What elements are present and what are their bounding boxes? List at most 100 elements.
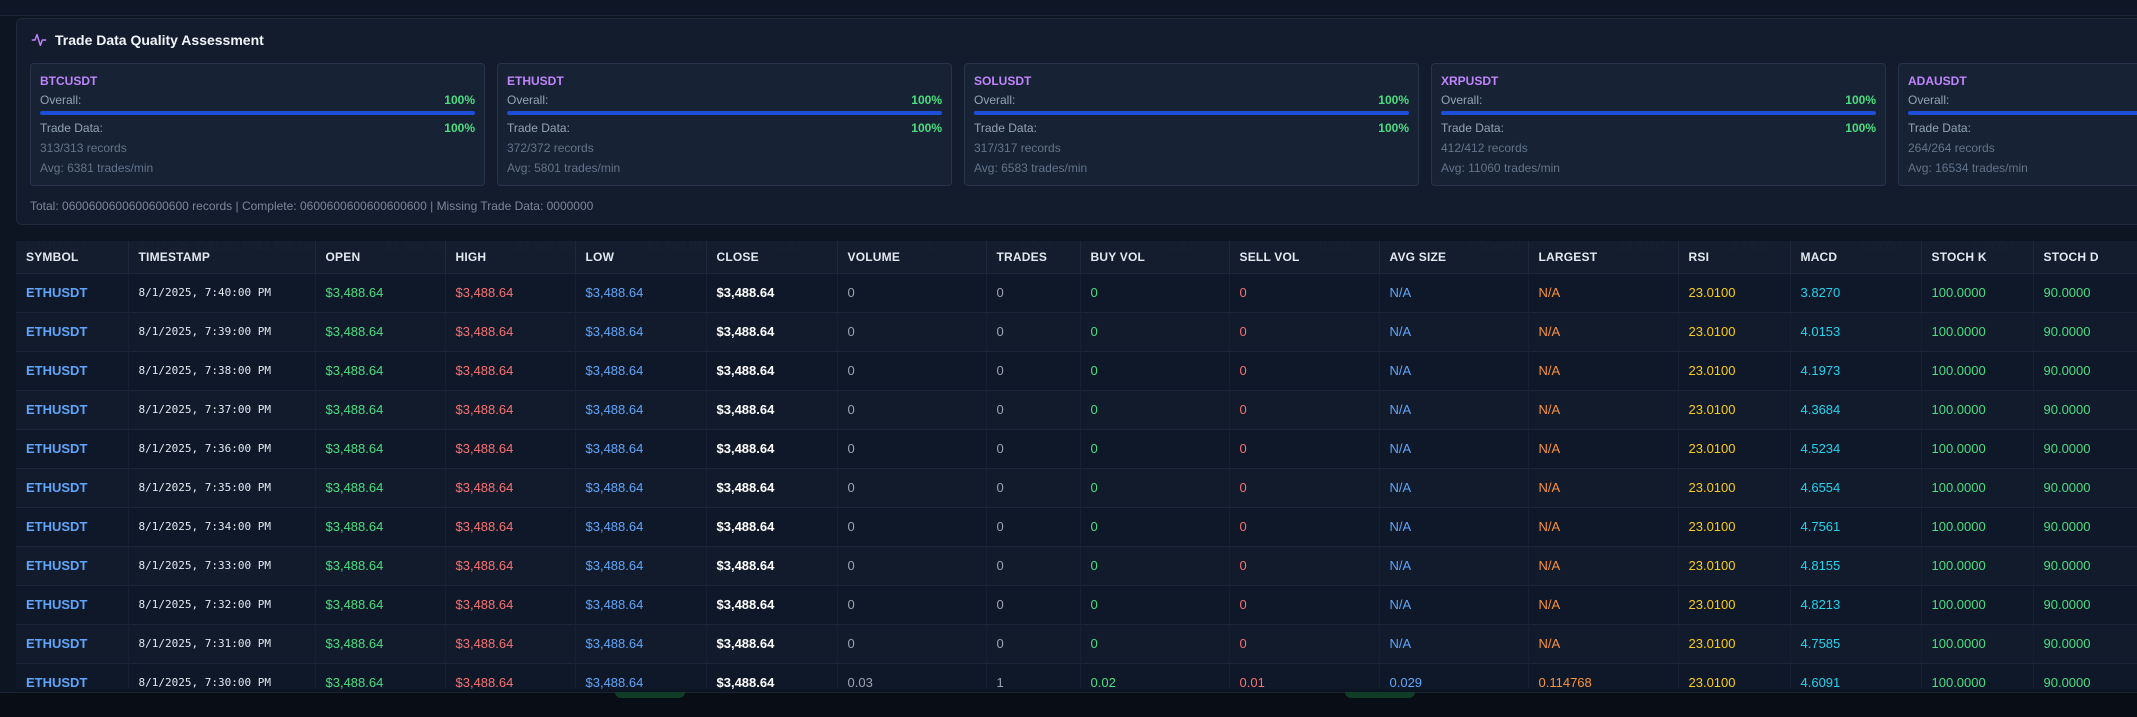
- cell-high: $3,488.64: [445, 351, 576, 390]
- table-row[interactable]: ETHUSDT 8/1/2025, 7:34:00 PM $3,488.64 $3,4…: [16, 507, 2137, 546]
- cell-macd: 4.8155: [1790, 546, 1922, 585]
- overall-label: Overall:: [1441, 93, 1483, 107]
- trade-percent: 100%: [911, 121, 942, 135]
- column-header-largest[interactable]: LARGEST: [1528, 241, 1679, 273]
- cell-macd: 4.7561: [1790, 507, 1922, 546]
- table-row[interactable]: ETHUSDT 8/1/2025, 7:40:00 PM $3,488.64 $3,4…: [16, 273, 2137, 312]
- bottom-indicator: [615, 692, 685, 698]
- table-row[interactable]: ETHUSDT 8/1/2025, 7:33:00 PM $3,488.64 $3,4…: [16, 546, 2137, 585]
- cell-symbol[interactable]: ETHUSDT: [16, 546, 129, 585]
- cell-high: $3,488.64: [445, 546, 576, 585]
- cell-symbol[interactable]: ETHUSDT: [16, 351, 129, 390]
- card-symbol: SOLUSDT: [974, 74, 1032, 88]
- table-row[interactable]: ETHUSDT 8/1/2025, 7:32:00 PM $3,488.64 $3,4…: [16, 585, 2137, 624]
- cell-low: $3,488.64: [575, 351, 707, 390]
- cell-macd: 3.8270: [1790, 273, 1922, 312]
- cell-symbol[interactable]: ETHUSDT: [16, 273, 129, 312]
- cell-buy-vol: 0: [1080, 351, 1230, 390]
- table-row[interactable]: ETHUSDT 8/1/2025, 7:35:00 PM $3,488.64 $3,4…: [16, 468, 2137, 507]
- quality-panel: Trade Data Quality Assessment BTCUSDT Ove…: [16, 18, 2137, 225]
- overall-percent: 100%: [911, 93, 942, 107]
- trade-label: Trade Data:: [1908, 121, 1971, 135]
- cell-high: $3,488.64: [445, 468, 576, 507]
- column-header-sell-vol[interactable]: SELL VOL: [1229, 241, 1380, 273]
- column-header-rsi[interactable]: RSI: [1678, 241, 1791, 273]
- column-header-low[interactable]: LOW: [575, 241, 707, 273]
- cell-rsi: 23.0100: [1678, 663, 1791, 689]
- cell-stoch-k: 100.0000: [1921, 429, 2034, 468]
- cell-symbol[interactable]: ETHUSDT: [16, 624, 129, 663]
- cell-close: $3,488.64: [706, 585, 838, 624]
- trade-row: Trade Data: 100%: [40, 121, 475, 135]
- cell-rsi: 23.0100: [1678, 546, 1791, 585]
- table-row[interactable]: ETHUSDT 8/1/2025, 7:39:00 PM $3,488.64 $3,4…: [16, 312, 2137, 351]
- cell-stoch-k: 100.0000: [1921, 507, 2034, 546]
- column-header-symbol[interactable]: SYMBOL: [16, 241, 129, 273]
- overall-percent: 100%: [1845, 93, 1876, 107]
- column-header-volume[interactable]: VOLUME: [837, 241, 987, 273]
- column-header-timestamp[interactable]: TIMESTAMP: [128, 241, 316, 273]
- cell-symbol[interactable]: ETHUSDT: [16, 585, 129, 624]
- cell-buy-vol: 0: [1080, 273, 1230, 312]
- table-row[interactable]: ETHUSDT 8/1/2025, 7:36:00 PM $3,488.64 $3,4…: [16, 429, 2137, 468]
- column-header-buy-vol[interactable]: BUY VOL: [1080, 241, 1230, 273]
- cell-close: $3,488.64: [706, 468, 838, 507]
- cell-high: $3,488.64: [445, 273, 576, 312]
- cell-avg-size: N/A: [1379, 429, 1529, 468]
- cell-low: $3,488.64: [575, 312, 707, 351]
- record-count: 412/412 records: [1441, 141, 1528, 155]
- cell-trades: 0: [986, 585, 1081, 624]
- cell-open: $3,488.64: [315, 507, 446, 546]
- table-row[interactable]: ETHUSDT 8/1/2025, 7:37:00 PM $3,488.64 $3,4…: [16, 390, 2137, 429]
- cell-avg-size: N/A: [1379, 507, 1529, 546]
- column-header-macd[interactable]: MACD: [1790, 241, 1922, 273]
- cell-trades: 0: [986, 351, 1081, 390]
- column-header-avg-size[interactable]: AVG SIZE: [1379, 241, 1529, 273]
- cell-symbol[interactable]: ETHUSDT: [16, 507, 129, 546]
- cell-stoch-k: 100.0000: [1921, 351, 2034, 390]
- cell-symbol[interactable]: ETHUSDT: [16, 390, 129, 429]
- card-symbol: BTCUSDT: [40, 74, 98, 88]
- trade-label: Trade Data:: [40, 121, 103, 135]
- table-row[interactable]: ETHUSDT 8/1/2025, 7:38:00 PM $3,488.64 $3,4…: [16, 351, 2137, 390]
- overall-row: Overall:100%: [1908, 93, 2137, 107]
- cell-timestamp: 8/1/2025, 7:30:00 PM: [128, 663, 316, 689]
- cell-largest: N/A: [1528, 351, 1679, 390]
- cell-open: $3,488.64: [315, 351, 446, 390]
- cell-volume: 0: [837, 468, 987, 507]
- overall-progress-bar: [40, 111, 475, 115]
- column-header-close[interactable]: CLOSE: [706, 241, 838, 273]
- cell-volume: 0: [837, 546, 987, 585]
- progress-fill: [1441, 111, 1876, 115]
- card-symbol: XRPUSDT: [1441, 74, 1499, 88]
- overall-label: Overall:: [974, 93, 1016, 107]
- column-header-open[interactable]: OPEN: [315, 241, 446, 273]
- card-symbol: ETHUSDT: [507, 74, 564, 88]
- cell-high: $3,488.64: [445, 507, 576, 546]
- cell-low: $3,488.64: [575, 624, 707, 663]
- cell-buy-vol: 0: [1080, 429, 1230, 468]
- column-header-stoch-d[interactable]: STOCH D: [2033, 241, 2137, 273]
- cell-rsi: 23.0100: [1678, 312, 1791, 351]
- table-row[interactable]: ETHUSDT 8/1/2025, 7:31:00 PM $3,488.64 $3,4…: [16, 624, 2137, 663]
- cell-open: $3,488.64: [315, 429, 446, 468]
- overall-row: Overall:100%: [40, 93, 475, 107]
- cell-symbol[interactable]: ETHUSDT: [16, 429, 129, 468]
- cell-low: $3,488.64: [575, 585, 707, 624]
- cell-symbol[interactable]: ETHUSDT: [16, 312, 129, 351]
- column-header-trades[interactable]: TRADES: [986, 241, 1081, 273]
- column-header-high[interactable]: HIGH: [445, 241, 576, 273]
- cell-trades: 0: [986, 429, 1081, 468]
- quality-card-ethusdt: ETHUSDT Overall: 100% Trade Data: 100% 372/37…: [497, 63, 952, 186]
- cell-sell-vol: 0: [1229, 312, 1380, 351]
- cell-volume: 0: [837, 351, 987, 390]
- cell-symbol[interactable]: ETHUSDT: [16, 663, 129, 689]
- cell-stoch-d: 90.0000: [2033, 273, 2137, 312]
- cell-largest: N/A: [1528, 429, 1679, 468]
- column-header-stoch-k[interactable]: STOCH K: [1921, 241, 2034, 273]
- table-row[interactable]: ETHUSDT 8/1/2025, 7:30:00 PM $3,488.64 $3,4…: [16, 663, 2137, 689]
- cell-symbol[interactable]: ETHUSDT: [16, 468, 129, 507]
- cell-stoch-d: 90.0000: [2033, 546, 2137, 585]
- overall-progress-bar: [507, 111, 942, 115]
- cell-close: $3,488.64: [706, 663, 838, 689]
